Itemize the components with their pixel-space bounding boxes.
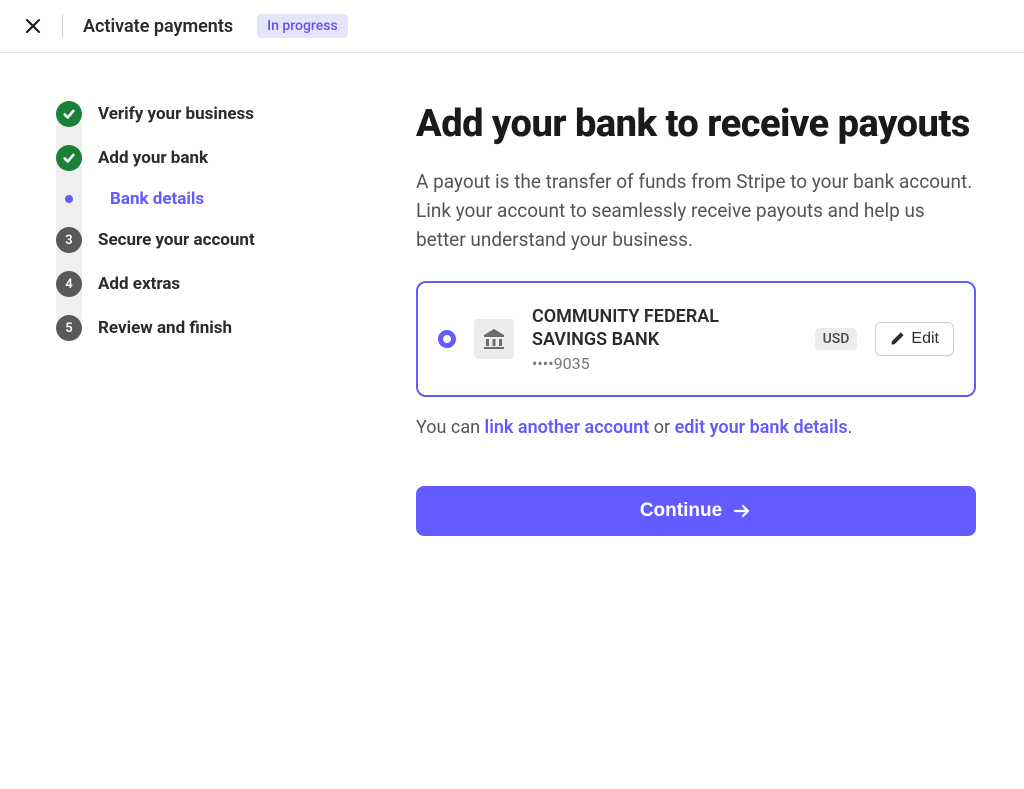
check-icon: [56, 101, 82, 127]
arrow-right-icon: [732, 501, 752, 521]
edit-button[interactable]: Edit: [875, 322, 954, 356]
page-title: Activate payments: [83, 16, 233, 37]
status-badge: In progress: [257, 14, 348, 38]
edit-bank-details-link[interactable]: edit your bank details: [675, 417, 848, 438]
divider: [62, 14, 63, 38]
currency-badge: USD: [815, 328, 858, 350]
step-number-icon: 4: [56, 271, 82, 297]
heading: Add your bank to receive payouts: [416, 101, 976, 149]
topbar: Activate payments In progress: [0, 0, 1024, 53]
sidebar: Verify your business Add your bank Bank …: [56, 101, 336, 536]
bank-name: COMMUNITY FEDERAL SAVINGS BANK: [532, 305, 797, 352]
step-label: Verify your business: [98, 104, 254, 124]
step-label: Secure your account: [98, 230, 255, 250]
link-another-account[interactable]: link another account: [485, 417, 650, 438]
radio-selected-icon[interactable]: [438, 330, 456, 348]
continue-button[interactable]: Continue: [416, 486, 976, 536]
close-icon: [25, 18, 41, 34]
check-icon: [56, 145, 82, 171]
step-review-finish[interactable]: 5 Review and finish: [56, 315, 336, 341]
step-add-bank[interactable]: Add your bank: [56, 145, 336, 189]
bank-account-masked: ••••9035: [532, 354, 797, 373]
step-number-icon: 5: [56, 315, 82, 341]
pencil-icon: [890, 331, 905, 346]
substep-label: Bank details: [110, 189, 204, 209]
bank-account-card[interactable]: COMMUNITY FEDERAL SAVINGS BANK ••••9035 …: [416, 281, 976, 397]
step-label: Add extras: [98, 274, 180, 294]
step-verify-business[interactable]: Verify your business: [56, 101, 336, 145]
continue-label: Continue: [640, 500, 722, 522]
content: Verify your business Add your bank Bank …: [0, 53, 1024, 536]
step-list: Verify your business Add your bank Bank …: [56, 101, 336, 341]
close-button[interactable]: [24, 17, 42, 35]
active-dot-icon: [56, 195, 82, 203]
step-number-icon: 3: [56, 227, 82, 253]
substep-bank-details[interactable]: Bank details: [56, 189, 336, 227]
step-label: Review and finish: [98, 318, 232, 338]
step-label: Add your bank: [98, 148, 208, 168]
edit-label: Edit: [911, 330, 939, 348]
hint-text: You can link another account or edit you…: [416, 417, 976, 438]
bank-info: COMMUNITY FEDERAL SAVINGS BANK ••••9035: [532, 305, 797, 373]
step-secure-account[interactable]: 3 Secure your account: [56, 227, 336, 271]
description: A payout is the transfer of funds from S…: [416, 167, 976, 255]
main-panel: Add your bank to receive payouts A payou…: [416, 101, 976, 536]
step-add-extras[interactable]: 4 Add extras: [56, 271, 336, 315]
bank-icon: [474, 319, 514, 359]
